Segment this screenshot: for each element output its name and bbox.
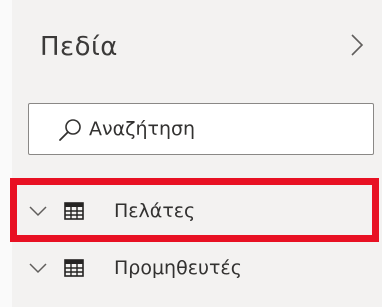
pane-divider [0,0,12,307]
chevron-down-icon[interactable] [28,204,48,218]
pane-title: Πεδία [40,32,118,62]
field-item-label: Προμηθευτές [114,257,242,279]
field-item-customers[interactable]: Πελάτες [14,187,382,237]
chevron-right-icon [351,34,364,56]
expand-pane-button[interactable] [347,30,367,60]
search-input[interactable] [89,112,359,146]
field-item-label: Πελάτες [114,200,196,222]
chevron-down-icon[interactable] [28,261,48,275]
search-icon [59,119,81,141]
table-icon [64,259,84,277]
table-icon [64,202,84,220]
search-box[interactable] [28,103,374,155]
fields-pane: Πεδία Πελάτες [0,0,382,307]
field-item-suppliers[interactable]: Προμηθευτές [14,244,382,294]
